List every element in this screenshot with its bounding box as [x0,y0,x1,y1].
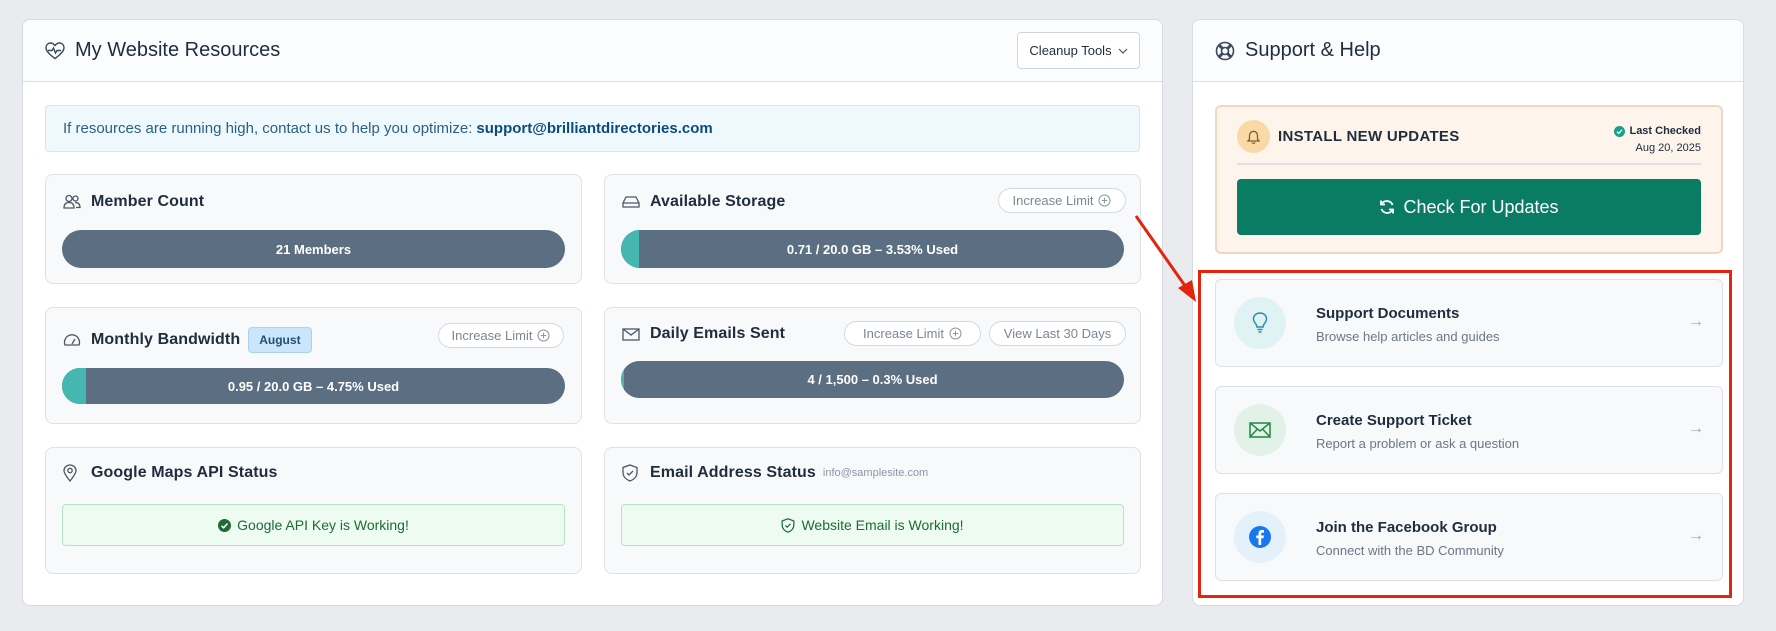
email-status-card: Email Address Status info@samplesite.com… [604,447,1141,574]
bell-icon [1237,120,1270,153]
support-email-link[interactable]: support@brilliantdirectories.com [476,120,712,137]
storage-bar: 0.71 / 20.0 GB – 3.53% Used [621,230,1124,268]
heart-pulse-icon [45,41,65,61]
highlight-box [1198,270,1732,598]
cleanup-tools-dropdown[interactable]: Cleanup Tools [1017,32,1140,69]
emails-bar: 4 / 1,500 – 0.3% Used [621,361,1124,398]
email-status-title: Email Address Status [650,464,816,481]
speedometer-icon [63,331,83,349]
last-checked: Last Checked Aug 20, 2025 [1614,124,1701,155]
check-circle-icon [1614,125,1626,137]
maps-api-card: Google Maps API Status Google API Key is… [45,447,582,574]
life-ring-icon [1215,41,1235,61]
install-updates-title: INSTALL NEW UPDATES [1278,128,1460,145]
emails-title: Daily Emails Sent [650,325,786,342]
plus-circle-icon [537,329,550,342]
map-pin-icon [63,464,83,482]
check-for-updates-label: Check For Updates [1403,196,1559,217]
storage-bar-fill [621,230,639,268]
check-circle-icon [218,518,232,532]
refresh-icon [1380,200,1395,214]
plus-circle-icon [949,327,962,340]
last-checked-date: Aug 20, 2025 [1635,141,1701,154]
optimize-info-banner: If resources are running high, contact u… [45,105,1140,152]
view-last-30-days-button[interactable]: View Last 30 Days [989,321,1126,346]
hard-drive-icon [622,193,642,211]
storage-usage-text: 0.71 / 20.0 GB – 3.53% Used [786,241,959,257]
bandwidth-card: Monthly Bandwidth August Increase Limit … [45,307,582,424]
view-last-30-days-label: View Last 30 Days [1003,326,1112,341]
check-for-updates-button[interactable]: Check For Updates [1237,179,1701,235]
banner-text: If resources are running high, contact u… [63,120,473,137]
member-count-bar: 21 Members [62,230,565,268]
website-resources-header: My Website Resources Cleanup Tools [23,20,1162,82]
member-count-value: 21 Members [275,241,352,257]
bandwidth-bar-fill [62,368,86,404]
page-title: My Website Resources [75,39,281,61]
install-updates-box: INSTALL NEW UPDATES Last Checked Aug 20,… [1215,105,1723,254]
support-help-header: Support & Help [1193,20,1743,82]
emails-card: Daily Emails Sent Increase Limit View La… [604,307,1141,424]
emails-increase-label: Increase Limit [863,326,944,341]
maps-api-title: Google Maps API Status [91,464,278,481]
storage-increase-label: Increase Limit [1012,193,1094,208]
shield-check-icon [622,464,642,482]
email-status-address: info@samplesite.com [822,467,929,479]
storage-card: Available Storage Increase Limit 0.71 / … [604,174,1141,284]
maps-api-status-text: Google API Key is Working! [237,517,409,533]
envelope-icon [622,325,642,343]
emails-usage-text: 4 / 1,500 – 0.3% Used [807,372,938,387]
bandwidth-increase-label: Increase Limit [451,328,533,343]
member-count-title: Member Count [91,193,205,210]
bandwidth-usage-text: 0.95 / 20.0 GB – 4.75% Used [227,378,400,394]
plus-circle-icon [1098,194,1111,207]
month-badge: August [248,327,312,353]
member-count-card: Member Count 21 Members [45,174,582,284]
bandwidth-increase-limit-button[interactable]: Increase Limit [438,323,564,348]
email-status-text: Website Email is Working! [801,517,964,533]
last-checked-label: Last Checked [1629,125,1701,137]
storage-title: Available Storage [650,193,786,210]
users-icon [63,193,83,211]
website-resources-panel: My Website Resources Cleanup Tools If re… [22,19,1163,606]
emails-bar-fill [621,361,624,398]
maps-api-status: Google API Key is Working! [62,504,565,546]
support-help-title: Support & Help [1245,39,1381,61]
cleanup-tools-label: Cleanup Tools [1029,43,1112,58]
storage-increase-limit-button[interactable]: Increase Limit [998,188,1126,213]
shield-check-icon [781,517,795,533]
bandwidth-title: Monthly Bandwidth [91,331,241,348]
chevron-down-icon [1118,48,1128,54]
emails-increase-limit-button[interactable]: Increase Limit [844,321,981,346]
email-status-indicator: Website Email is Working! [621,504,1124,546]
updates-divider [1237,163,1701,165]
annotation-arrow [1134,215,1196,302]
bandwidth-bar: 0.95 / 20.0 GB – 4.75% Used [62,368,565,404]
